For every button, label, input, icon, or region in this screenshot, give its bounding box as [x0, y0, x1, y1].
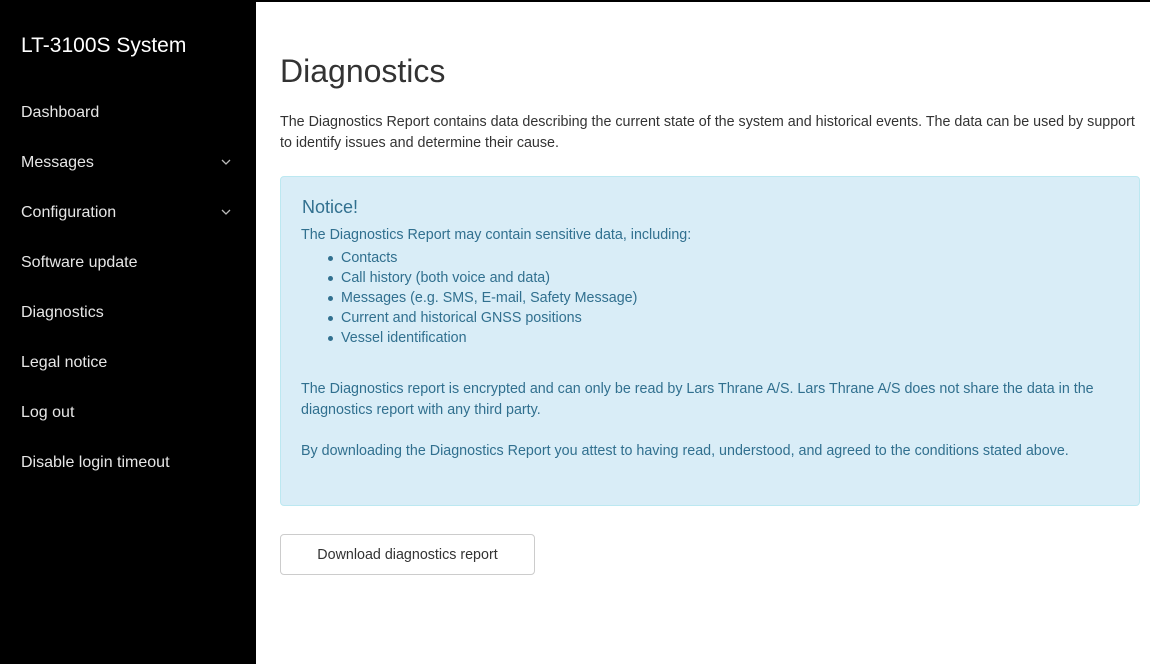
- sidebar-item-label: Diagnostics: [21, 304, 104, 321]
- bullet-icon: [328, 296, 333, 301]
- agreement-notice: By downloading the Diagnostics Report yo…: [301, 443, 1069, 459]
- sidebar: LT-3100S System Dashboard Messages Confi…: [0, 2, 256, 664]
- encryption-notice: The Diagnostics report is encrypted and …: [301, 381, 1094, 418]
- sidebar-item-label: Disable login timeout: [21, 454, 170, 471]
- main-content: Diagnostics The Diagnostics Report conta…: [280, 2, 1142, 664]
- download-diagnostics-report-button[interactable]: Download diagnostics report: [280, 534, 535, 575]
- sidebar-item-legal-notice[interactable]: Legal notice: [0, 342, 256, 392]
- list-item: Messages (e.g. SMS, E-mail, Safety Messa…: [328, 288, 638, 308]
- list-item: Contacts: [328, 248, 637, 268]
- bullet-icon: [328, 276, 333, 281]
- sidebar-item-label: Log out: [21, 404, 75, 421]
- notice-lead: The Diagnostics Report may contain sensi…: [301, 227, 692, 243]
- list-item: Vessel identification: [328, 328, 637, 348]
- notice-title: Notice!: [302, 197, 359, 217]
- list-item: Current and historical GNSS positions: [328, 308, 637, 328]
- sidebar-nav: Dashboard Messages Configuration Softwar…: [0, 92, 256, 492]
- sidebar-item-label: Software update: [21, 254, 138, 271]
- list-item-text: Contacts: [341, 250, 398, 266]
- sidebar-item-label: Configuration: [21, 204, 117, 221]
- sensitive-data-list: Contacts Call history (both voice and da…: [301, 248, 637, 348]
- list-item-text: Call history (both voice and data): [341, 270, 551, 286]
- list-item: Call history (both voice and data): [328, 268, 637, 288]
- bullet-icon: [328, 336, 333, 341]
- sidebar-item-configuration[interactable]: Configuration: [0, 192, 256, 242]
- chevron-down-icon: [221, 209, 231, 215]
- sidebar-item-diagnostics[interactable]: Diagnostics: [0, 292, 256, 342]
- sidebar-item-label: Dashboard: [21, 104, 100, 121]
- sidebar-item-messages[interactable]: Messages: [0, 142, 256, 192]
- sidebar-item-dashboard[interactable]: Dashboard: [0, 92, 256, 142]
- sidebar-item-software-update[interactable]: Software update: [0, 242, 256, 292]
- intro-text: The Diagnostics Report contains data des…: [280, 114, 1135, 151]
- list-item-text: Vessel identification: [341, 330, 467, 346]
- bullet-icon: [328, 316, 333, 321]
- page-title: Diagnostics: [280, 53, 446, 89]
- list-item-text: Messages (e.g. SMS, E-mail, Safety Messa…: [341, 290, 638, 306]
- sidebar-item-label: Legal notice: [21, 354, 108, 371]
- notice-alert: Notice! The Diagnostics Report may conta…: [280, 176, 1140, 506]
- sidebar-item-disable-login-timeout[interactable]: Disable login timeout: [0, 442, 256, 492]
- list-item-text: Current and historical GNSS positions: [341, 310, 582, 326]
- sidebar-item-log-out[interactable]: Log out: [0, 392, 256, 442]
- brand-title: LT-3100S System: [21, 34, 187, 57]
- chevron-down-icon: [221, 159, 231, 165]
- sidebar-item-label: Messages: [21, 154, 94, 171]
- bullet-icon: [328, 256, 333, 261]
- app-window: LT-3100S System Dashboard Messages Confi…: [0, 0, 1150, 664]
